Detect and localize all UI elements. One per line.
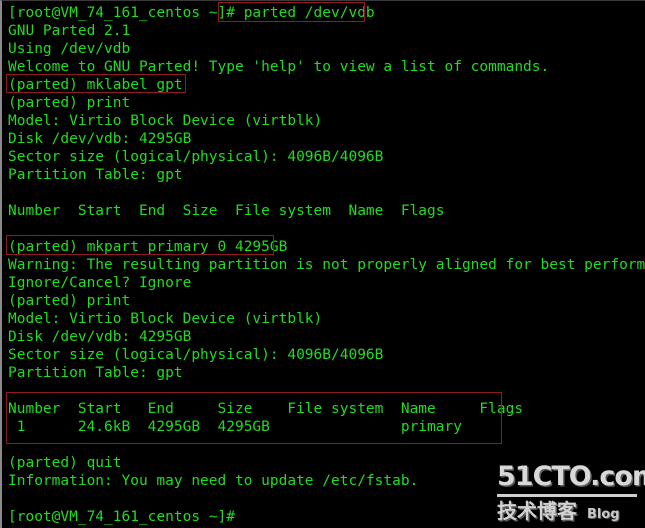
terminal-line: Sector size (logical/physical): 4096B/40… [8, 347, 384, 363]
watermark-main-text: 51CTO.com [497, 461, 645, 492]
terminal-line: (parted) print [8, 293, 131, 309]
watermark-chinese-text: 技术博客 [497, 499, 577, 523]
watermark-blog-text: Blog [587, 507, 620, 522]
terminal-line: GNU Parted 2.1 [8, 23, 131, 39]
terminal-line: (parted) mklabel gpt [8, 77, 183, 93]
terminal-line: Disk /dev/vdb: 4295GB [8, 131, 192, 147]
partition-table-header: Number Start End Size File system Name F… [8, 401, 524, 417]
watermark-rule [497, 494, 637, 497]
terminal-line: (parted) mkpart primary 0 4295GB [8, 239, 288, 255]
terminal-line: Warning: The resulting partition is not … [8, 257, 645, 273]
terminal-line: (parted) print [8, 95, 131, 111]
terminal-line: Model: Virtio Block Device (virtblk) [8, 113, 323, 129]
terminal-line: Partition Table: gpt [8, 365, 183, 381]
partition-table-row: 1 24.6kB 4295GB 4295GB primary [8, 419, 462, 435]
terminal-screen[interactable]: [root@VM_74_161_centos ~]# parted /dev/v… [2, 1, 645, 528]
terminal-line: Welcome to GNU Parted! Type 'help' to vi… [8, 59, 550, 75]
terminal-line: Disk /dev/vdb: 4295GB [8, 329, 192, 345]
terminal-line: Using /dev/vdb [8, 41, 131, 57]
terminal-line: Model: Virtio Block Device (virtblk) [8, 311, 323, 327]
watermark-51cto: 51CTO.com 技术博客 Blog [497, 461, 645, 523]
terminal-line: Ignore/Cancel? Ignore [8, 275, 192, 291]
terminal-line: Partition Table: gpt [8, 167, 183, 183]
terminal-window[interactable]: [root@VM_74_161_centos ~]# parted /dev/v… [0, 0, 645, 528]
partition-table-header-empty: Number Start End Size File system Name F… [8, 203, 445, 219]
terminal-line: Sector size (logical/physical): 4096B/40… [8, 149, 384, 165]
terminal-line: [root@VM_74_161_centos ~]# parted /dev/v… [8, 5, 375, 21]
